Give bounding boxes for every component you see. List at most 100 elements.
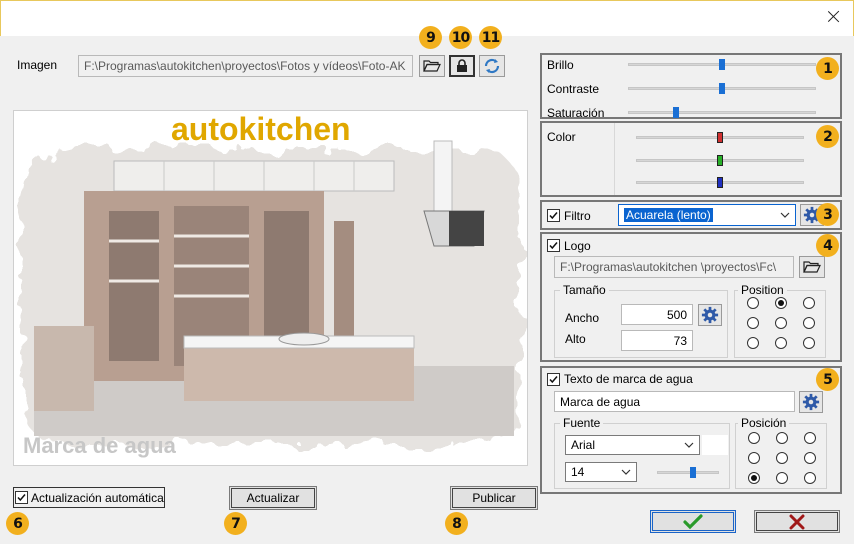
- chevron-down-icon: [780, 212, 790, 218]
- position-radio[interactable]: [748, 432, 760, 444]
- image-preview: autokitchen Marca de agua: [13, 110, 528, 466]
- watermark-panel: Texto de marca de agua Marca de agua Fue…: [540, 366, 842, 494]
- font-label: Fuente: [560, 416, 604, 430]
- logo-size-settings-button[interactable]: [698, 304, 722, 326]
- kitchen-photo: [22, 140, 520, 444]
- position-radio[interactable]: [776, 432, 788, 444]
- publish-button[interactable]: Publicar: [450, 486, 538, 510]
- ancho-label: Ancho: [565, 311, 600, 325]
- red-slider[interactable]: [636, 132, 804, 143]
- filter-panel: Filtro Acuarela (lento): [540, 200, 842, 230]
- position-radio[interactable]: [803, 297, 815, 309]
- font-select-extension: [702, 435, 728, 455]
- contraste-thumb[interactable]: [719, 83, 725, 94]
- lock-button[interactable]: [449, 55, 475, 77]
- blue-slider[interactable]: [636, 177, 804, 188]
- badge-11: 11: [479, 26, 502, 49]
- alto-input[interactable]: 73: [621, 330, 693, 351]
- filter-selected-value: Acuarela (lento): [624, 208, 713, 222]
- font-select[interactable]: Arial: [565, 435, 700, 455]
- font-size-value: 14: [571, 465, 585, 479]
- logo-position-label: Position: [738, 283, 787, 297]
- position-radio[interactable]: [803, 317, 815, 329]
- position-radio[interactable]: [748, 472, 760, 484]
- saturacion-label: Saturación: [547, 106, 605, 120]
- image-path-field[interactable]: F:\Programas\autokitchen\proyectos\Fotos…: [78, 55, 413, 77]
- open-logo-button[interactable]: [799, 256, 825, 278]
- badge-5: 5: [816, 368, 839, 391]
- badge-3: 3: [816, 203, 839, 226]
- filter-checkbox[interactable]: [547, 208, 560, 222]
- lock-icon: [457, 59, 467, 72]
- cross-icon: [789, 514, 805, 529]
- green-thumb[interactable]: [717, 155, 723, 166]
- position-radio[interactable]: [804, 452, 816, 464]
- preview-logo-text: autokitchen: [171, 111, 351, 147]
- auto-update-label: Actualización automática: [31, 490, 164, 505]
- watermark-settings-button[interactable]: [799, 391, 823, 413]
- badge-6: 6: [6, 512, 29, 535]
- logo-path-field[interactable]: F:\Programas\autokitchen \proyectos\Fc\: [554, 256, 794, 278]
- badge-2: 2: [816, 125, 839, 148]
- blue-thumb[interactable]: [717, 177, 723, 188]
- position-radio[interactable]: [775, 337, 787, 349]
- position-radio[interactable]: [804, 432, 816, 444]
- check-icon: [549, 376, 558, 384]
- saturacion-slider[interactable]: [628, 107, 816, 118]
- cancel-button[interactable]: [754, 510, 840, 533]
- checkmark-icon: [683, 513, 703, 529]
- update-button[interactable]: Actualizar: [229, 486, 317, 510]
- close-icon[interactable]: [826, 9, 842, 25]
- alto-label: Alto: [565, 332, 586, 346]
- position-radio[interactable]: [776, 452, 788, 464]
- badge-4: 4: [816, 234, 839, 257]
- position-radio[interactable]: [775, 297, 787, 309]
- contraste-slider[interactable]: [628, 83, 816, 94]
- size-label: Tamaño: [560, 283, 609, 297]
- ancho-input[interactable]: 500: [621, 304, 693, 325]
- badge-9: 9: [419, 26, 442, 49]
- watermark-text-input[interactable]: Marca de agua: [554, 391, 795, 412]
- refresh-button[interactable]: [479, 55, 505, 77]
- contraste-label: Contraste: [547, 82, 600, 96]
- chevron-down-icon: [621, 469, 631, 475]
- position-radio[interactable]: [776, 472, 788, 484]
- badge-1: 1: [816, 57, 839, 80]
- brillo-thumb[interactable]: [719, 59, 725, 70]
- color-panel: Color: [540, 121, 842, 197]
- saturacion-thumb[interactable]: [672, 107, 679, 118]
- check-icon: [17, 494, 26, 502]
- position-radio[interactable]: [747, 297, 759, 309]
- position-radio[interactable]: [748, 452, 760, 464]
- check-icon: [549, 212, 558, 220]
- font-size-select[interactable]: 14: [565, 462, 637, 482]
- chevron-down-icon: [684, 442, 694, 448]
- watermark-opacity-thumb[interactable]: [689, 467, 696, 478]
- logo-checkbox[interactable]: [547, 238, 560, 252]
- filter-select[interactable]: Acuarela (lento): [618, 204, 796, 226]
- font-selected-value: Arial: [571, 438, 596, 452]
- refresh-icon: [484, 58, 500, 74]
- gear-icon: [701, 306, 719, 324]
- green-slider[interactable]: [636, 155, 804, 166]
- red-thumb[interactable]: [717, 132, 723, 143]
- position-radio[interactable]: [747, 337, 759, 349]
- position-radio[interactable]: [747, 317, 759, 329]
- watermark-checkbox[interactable]: [547, 372, 560, 386]
- auto-update-checkbox[interactable]: Actualización automática: [13, 487, 165, 508]
- position-radio[interactable]: [803, 337, 815, 349]
- logo-panel: Logo F:\Programas\autokitchen \proyectos…: [540, 232, 842, 362]
- position-radio[interactable]: [804, 472, 816, 484]
- open-image-button[interactable]: [419, 55, 445, 77]
- badge-10: 10: [449, 26, 472, 49]
- watermark-opacity-slider[interactable]: [657, 467, 719, 478]
- badge-8: 8: [445, 512, 468, 535]
- preview-watermark-text: Marca de agua: [23, 433, 176, 458]
- gear-icon: [802, 393, 820, 411]
- watermark-label: Texto de marca de agua: [564, 372, 693, 386]
- logo-label: Logo: [564, 239, 591, 253]
- brillo-slider[interactable]: [628, 59, 816, 70]
- position-radio[interactable]: [775, 317, 787, 329]
- ok-button[interactable]: [650, 510, 736, 533]
- badge-7: 7: [224, 512, 247, 535]
